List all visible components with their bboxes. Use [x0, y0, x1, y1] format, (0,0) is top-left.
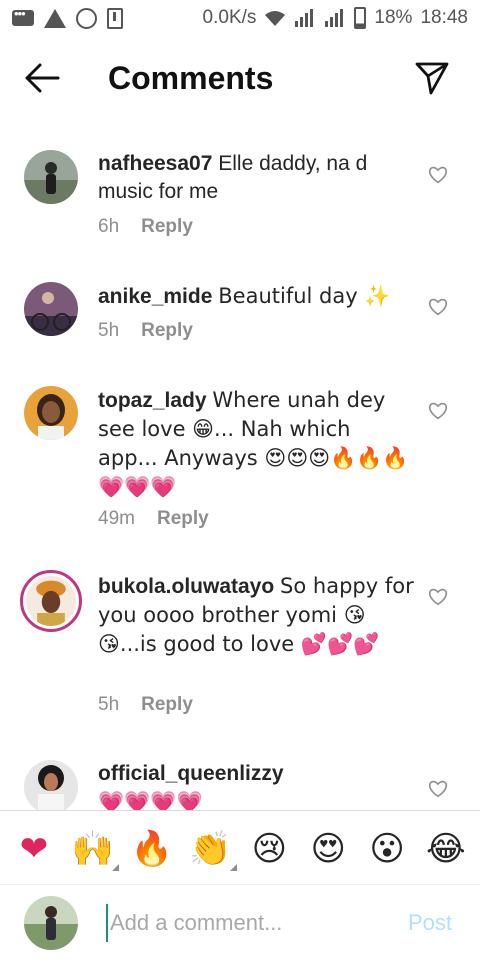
divider	[0, 810, 480, 811]
heart-like-icon[interactable]	[428, 298, 448, 316]
comment-text: bukola.oluwatayo So happy for you oooo b…	[98, 572, 414, 659]
reply-button[interactable]: Reply	[157, 508, 209, 530]
comment-username[interactable]: anike_mide	[98, 285, 212, 308]
comment-time: 5h	[98, 320, 120, 341]
comment-input[interactable]	[106, 904, 396, 942]
comments-list[interactable]: nafheesa07 Elle daddy, na d music for me…	[0, 122, 480, 810]
comment-meta: 5h Reply	[98, 320, 193, 342]
comment-time: 5h	[98, 694, 120, 715]
heart-like-icon[interactable]	[428, 402, 448, 420]
comment-body: 💗💗💗💗	[98, 790, 203, 810]
avatar[interactable]	[24, 150, 78, 204]
comment-text: nafheesa07 Elle daddy, na d music for me	[98, 150, 414, 206]
heart-like-icon[interactable]	[428, 166, 448, 184]
divider	[0, 884, 480, 885]
post-button[interactable]: Post	[408, 910, 452, 936]
comment-meta: 5h Reply	[98, 694, 193, 716]
comment-item: topaz_lady Where unah dey see love 😁... …	[0, 386, 480, 546]
heart-like-icon[interactable]	[428, 780, 448, 798]
battery-percent: 18%	[374, 7, 413, 28]
header: Comments	[0, 36, 480, 122]
avatar[interactable]	[24, 760, 78, 810]
comment-text: anike_mide Beautiful day ✨	[98, 282, 414, 311]
emoji-surprised-button[interactable]: 😮	[363, 829, 411, 869]
comment-item: nafheesa07 Elle daddy, na d music for me…	[0, 150, 480, 246]
comment-text: topaz_lady Where unah dey see love 😁... …	[98, 386, 414, 502]
comment-item: bukola.oluwatayo So happy for you oooo b…	[0, 570, 480, 732]
clock: 18:48	[420, 7, 468, 28]
comment-composer: Post	[0, 886, 480, 960]
comment-meta: 6h Reply	[98, 216, 193, 238]
page-title: Comments	[108, 60, 274, 96]
reply-button[interactable]: Reply	[141, 694, 193, 716]
emoji-fire-button[interactable]: 🔥	[128, 829, 176, 869]
comment-body: Beautiful day ✨	[218, 284, 391, 308]
battery-icon	[354, 7, 367, 29]
comment-time: 49m	[98, 508, 135, 529]
emoji-heart-button[interactable]: ❤	[10, 829, 58, 869]
signal-icon	[295, 9, 314, 27]
emoji-clap-button[interactable]: 👏	[187, 829, 237, 871]
arrow-left-icon[interactable]	[24, 60, 60, 96]
reply-button[interactable]: Reply	[141, 320, 193, 342]
emoji-raised-hands-button[interactable]: 🙌	[69, 829, 119, 871]
heart-like-icon[interactable]	[428, 588, 448, 606]
emoji-laughing-button[interactable]: 😂	[422, 829, 470, 869]
status-bar: 0.0K/s 18% 18:48	[0, 0, 480, 36]
comment-time: 6h	[98, 216, 120, 237]
reply-button[interactable]: Reply	[141, 216, 193, 238]
comment-username[interactable]: nafheesa07	[98, 152, 212, 175]
whatsapp-icon	[76, 7, 97, 29]
message-icon	[12, 6, 34, 26]
signal-icon-2	[325, 9, 344, 27]
emoji-quick-bar: ❤ 🙌 🔥 👏 😢 😍 😮 😂	[0, 818, 480, 880]
avatar[interactable]	[24, 386, 78, 440]
my-avatar	[24, 896, 78, 950]
avatar[interactable]	[24, 282, 78, 336]
wifi-icon	[265, 11, 286, 26]
paper-plane-icon[interactable]	[414, 60, 450, 96]
comment-username[interactable]: topaz_lady	[98, 389, 207, 412]
alert-icon	[107, 7, 123, 29]
comment-meta: 49m Reply	[98, 508, 209, 530]
comment-item: anike_mide Beautiful day ✨ 5h Reply	[0, 282, 480, 362]
emoji-heart-eyes-button[interactable]: 😍	[304, 829, 352, 869]
warning-icon	[44, 8, 66, 28]
comment-username[interactable]: bukola.oluwatayo	[98, 575, 274, 598]
comment-username[interactable]: official_queenlizzy	[98, 762, 284, 785]
avatar[interactable]	[20, 570, 82, 632]
comment-item: official_queenlizzy 💗💗💗💗	[0, 760, 480, 810]
emoji-crying-button[interactable]: 😢	[245, 829, 293, 869]
comment-text: official_queenlizzy 💗💗💗💗	[98, 760, 414, 810]
network-speed: 0.0K/s	[202, 7, 257, 28]
